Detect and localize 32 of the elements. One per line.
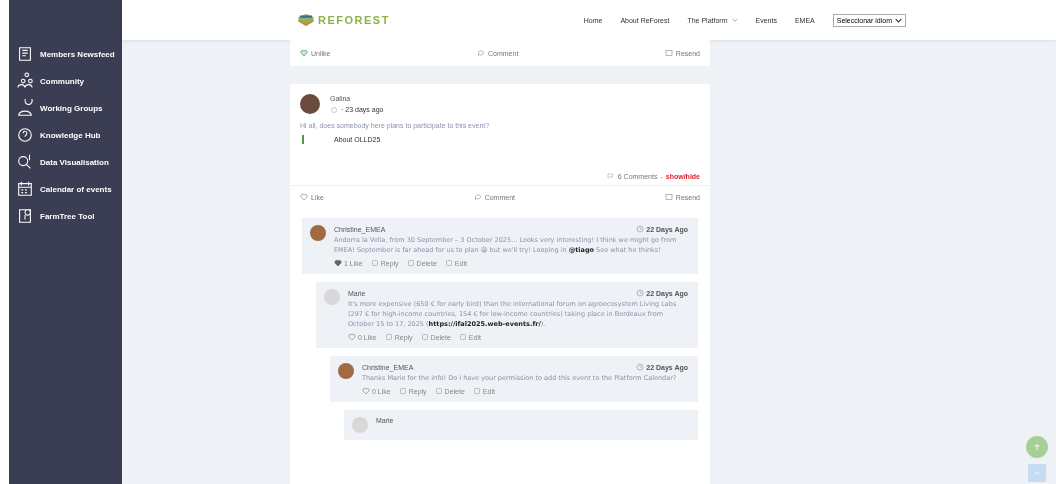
sidebar-icon[interactable] <box>16 72 34 90</box>
chevron-down-icon[interactable] <box>895 17 902 23</box>
speech-bubble-icon <box>370 259 379 267</box>
clock-icon <box>636 225 645 233</box>
speech-bubble-icon <box>606 172 615 180</box>
speech-bubble-icon <box>477 49 485 57</box>
sidebar-item[interactable]: Community <box>40 76 84 86</box>
sidebar-icon[interactable] <box>16 99 34 117</box>
arrow-up-icon <box>1032 442 1042 452</box>
sidebar-item[interactable]: Working Groups <box>40 103 103 113</box>
speech-bubble-icon <box>473 193 482 201</box>
sidebar-item[interactable]: Data Visualisation <box>40 157 109 167</box>
logo-icon <box>297 12 315 28</box>
heart-icon <box>300 193 308 201</box>
heart-icon <box>300 49 308 57</box>
sidebar-icon[interactable] <box>16 153 34 171</box>
sidebar-icon[interactable] <box>16 207 34 225</box>
clock-icon <box>636 363 645 371</box>
envelope-icon <box>664 49 673 57</box>
speech-bubble-icon <box>398 387 407 395</box>
clock-icon <box>636 289 645 297</box>
sidebar-item[interactable]: Members Newsfeed <box>40 49 115 59</box>
sidebar-icon[interactable] <box>16 45 34 63</box>
sidebar-item[interactable]: Knowledge Hub <box>40 130 101 140</box>
sidebar-icon[interactable] <box>16 180 34 198</box>
sidebar-item[interactable]: Calendar of events <box>40 184 112 194</box>
avatar <box>300 94 320 114</box>
globe-icon <box>330 105 338 114</box>
envelope-icon <box>664 193 673 201</box>
sidebar-icon[interactable] <box>16 126 34 144</box>
sidebar-item[interactable]: FarmTree Tool <box>40 211 95 221</box>
speech-bubble-icon <box>384 333 393 341</box>
